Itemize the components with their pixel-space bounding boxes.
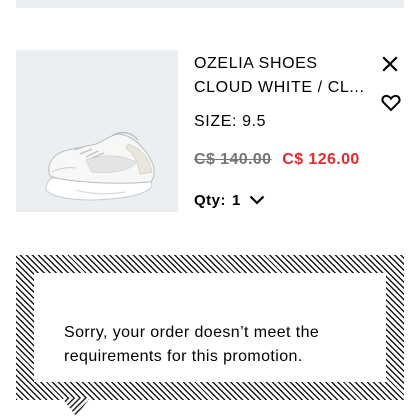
heart-icon [381,94,401,112]
product-image[interactable] [16,50,178,212]
original-price: C$ 140.00 [194,151,272,168]
qty-value: 1 [232,191,241,209]
product-name-line1: OZELIA SHOES [194,55,318,72]
speech-tail-icon [62,398,90,416]
size-value: 9.5 [242,113,267,130]
product-name[interactable]: OZELIA SHOES CLOUD WHITE / CL... [194,52,366,100]
wishlist-button[interactable] [380,92,402,114]
sneaker-image [45,131,155,201]
promotion-message-text: Sorry, your order doesn’t meet the requi… [64,321,364,369]
promotion-error-message: Sorry, your order doesn’t meet the requi… [16,255,404,400]
promotion-message-line2: requirements for this promotion. [64,348,303,365]
promotion-message-body: Sorry, your order doesn’t meet the requi… [34,273,386,382]
quantity-dropdown[interactable]: Qty: 1 [194,190,265,210]
remove-item-button[interactable] [378,52,402,76]
product-color: CLOUD WHITE / CL... [194,79,365,96]
chevron-down-icon [249,195,265,205]
close-icon [382,56,398,72]
sale-price: C$ 126.00 [282,151,360,168]
product-size: SIZE: 9.5 [194,112,266,132]
cart-item: OZELIA SHOES CLOUD WHITE / CL... SIZE: 9… [0,0,420,240]
size-label: SIZE: [194,113,238,130]
price-row: C$ 140.00 C$ 126.00 [194,150,360,170]
qty-label: Qty: [194,191,226,209]
promotion-message-line1: Sorry, your order doesn’t meet the [64,324,320,341]
